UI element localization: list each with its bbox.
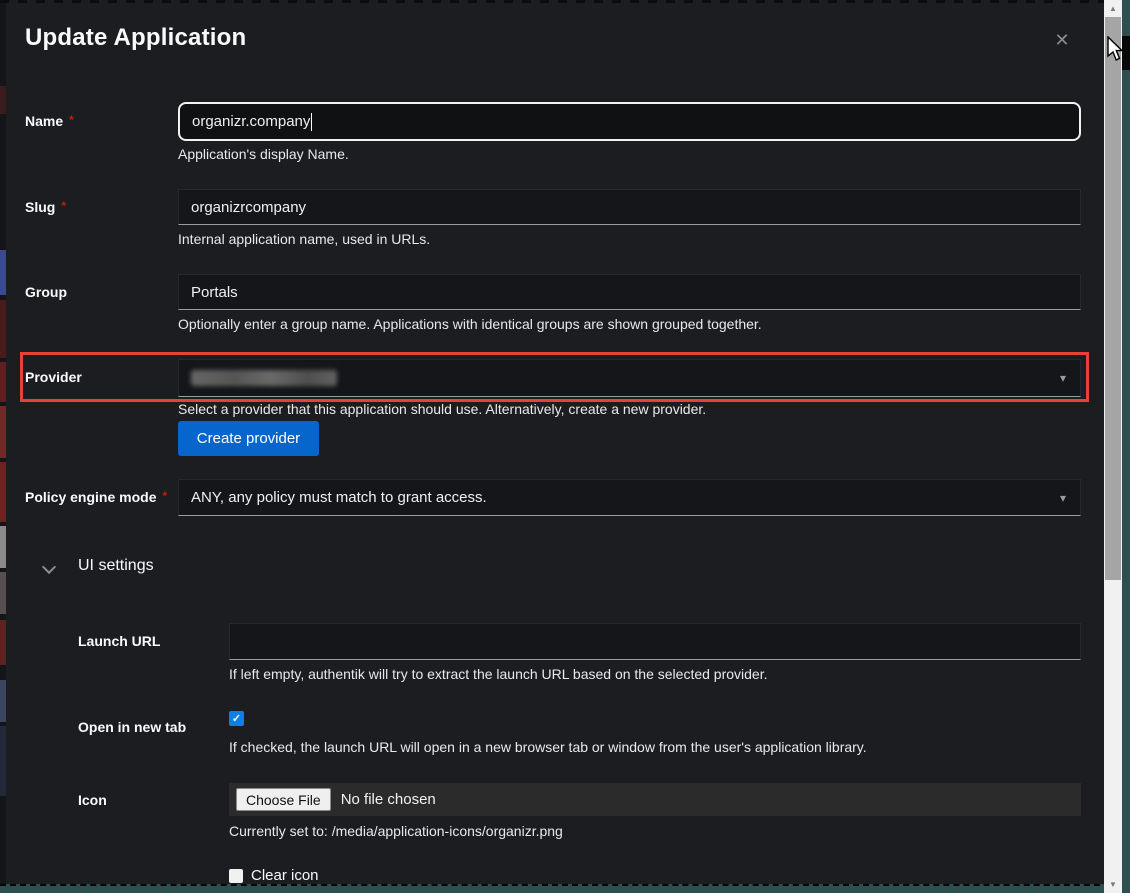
close-icon[interactable]: ✕ xyxy=(1050,28,1074,52)
policy-engine-mode-value: ANY, any policy must match to grant acce… xyxy=(191,489,487,506)
name-help: Application's display Name. xyxy=(178,146,349,162)
check-icon: ✓ xyxy=(232,712,241,725)
backdrop-fragment xyxy=(0,726,6,796)
icon-file-input[interactable]: Choose File No file chosen xyxy=(229,783,1081,816)
clear-icon-label: Clear icon xyxy=(251,867,319,884)
required-marker: * xyxy=(162,489,167,503)
provider-label: Provider xyxy=(25,369,82,385)
required-marker: * xyxy=(61,199,66,213)
file-chosen-status: No file chosen xyxy=(341,791,436,808)
modal-focus-outline-top xyxy=(0,0,1104,3)
choose-file-button[interactable]: Choose File xyxy=(236,788,331,811)
group-input-value: Portals xyxy=(191,284,238,301)
backdrop-bottom-strip xyxy=(0,884,1130,893)
slug-help: Internal application name, used in URLs. xyxy=(178,231,430,247)
backdrop-fragment xyxy=(0,86,6,114)
backdrop-fragment xyxy=(0,572,6,614)
icon-label: Icon xyxy=(78,792,107,808)
ui-settings-header[interactable]: UI settings xyxy=(78,557,154,575)
provider-select[interactable]: ▾ xyxy=(178,359,1081,397)
launch-url-input[interactable] xyxy=(229,623,1081,660)
required-marker: * xyxy=(69,113,74,127)
backdrop-right-strip xyxy=(1122,0,1130,893)
group-help: Optionally enter a group name. Applicati… xyxy=(178,316,762,332)
backdrop-fragment xyxy=(0,620,6,665)
group-label: Group xyxy=(25,284,67,300)
slug-input-value: organizrcompany xyxy=(191,199,306,216)
scroll-up-icon[interactable]: ▲ xyxy=(1104,0,1122,17)
backdrop-fragment xyxy=(0,462,6,522)
name-label: Name* xyxy=(25,113,74,129)
backdrop-fragment xyxy=(0,362,6,402)
backdrop-right-fragment xyxy=(1122,36,1130,70)
policy-engine-mode-label: Policy engine mode* xyxy=(25,489,167,505)
scroll-down-icon[interactable]: ▼ xyxy=(1104,875,1122,893)
icon-help: Currently set to: /media/application-ico… xyxy=(229,823,563,839)
launch-url-label: Launch URL xyxy=(78,633,160,649)
open-in-new-tab-label: Open in new tab xyxy=(78,719,186,735)
backdrop-fragment xyxy=(0,300,6,358)
caret-down-icon: ▾ xyxy=(1060,491,1066,505)
name-input[interactable]: organizr.company xyxy=(178,102,1081,141)
text-caret xyxy=(311,113,312,131)
chevron-down-icon[interactable] xyxy=(44,562,55,573)
backdrop-fragment xyxy=(0,680,6,722)
backdrop-fragment xyxy=(0,406,6,458)
create-provider-button[interactable]: Create provider xyxy=(178,421,319,456)
caret-down-icon: ▾ xyxy=(1060,371,1066,385)
backdrop-fragment xyxy=(0,526,6,568)
open-in-new-tab-checkbox[interactable]: ✓ xyxy=(229,711,244,726)
launch-url-help: If left empty, authentik will try to ext… xyxy=(229,666,768,682)
provider-redacted-value xyxy=(191,370,337,386)
group-input[interactable]: Portals xyxy=(178,274,1081,310)
slug-label: Slug* xyxy=(25,199,66,215)
policy-engine-mode-select[interactable]: ANY, any policy must match to grant acce… xyxy=(178,479,1081,516)
scrollbar-thumb[interactable] xyxy=(1105,17,1121,580)
name-input-value: organizr.company xyxy=(192,113,310,130)
backdrop-fragment xyxy=(0,250,6,295)
page-title: Update Application xyxy=(25,24,246,52)
provider-help: Select a provider that this application … xyxy=(178,401,706,417)
backdrop-left-strip xyxy=(0,0,6,893)
update-application-modal: Update Application ✕ Name* organizr.comp… xyxy=(0,0,1130,893)
slug-input[interactable]: organizrcompany xyxy=(178,189,1081,225)
vertical-scrollbar[interactable]: ▲ ▼ xyxy=(1104,0,1122,893)
clear-icon-checkbox[interactable] xyxy=(229,869,243,883)
open-in-new-tab-help: If checked, the launch URL will open in … xyxy=(229,739,867,755)
